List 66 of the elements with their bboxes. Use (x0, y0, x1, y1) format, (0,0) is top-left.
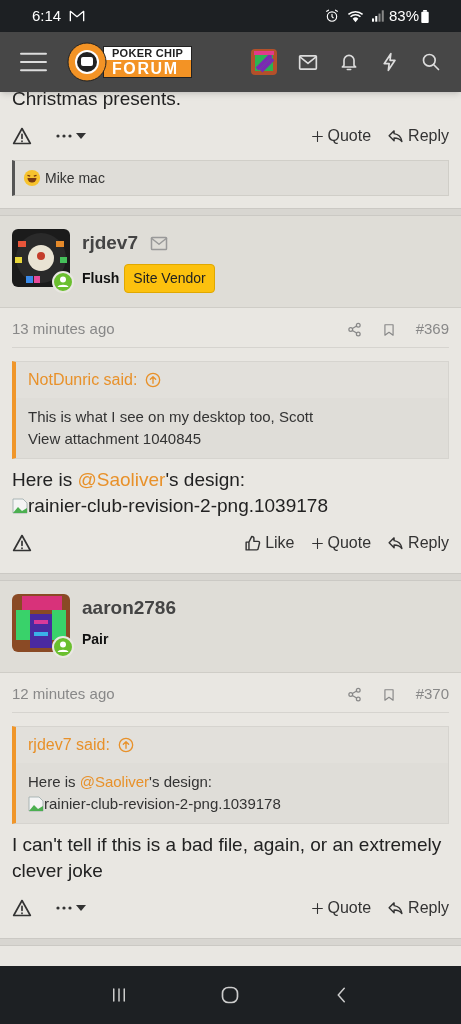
caret-icon (76, 133, 86, 139)
quote-button[interactable]: Quote (310, 531, 372, 555)
quote-button[interactable]: Quote (310, 124, 372, 148)
username[interactable]: aaron2786 (82, 594, 176, 623)
user-rank: Flush (82, 268, 120, 288)
report-button[interactable] (12, 898, 32, 918)
menu-button[interactable] (20, 51, 47, 73)
more-options-button[interactable] (56, 905, 86, 911)
broken-image-icon (12, 498, 28, 514)
site-vendor-badge: Site Vendor (124, 263, 215, 293)
share-icon (346, 687, 362, 702)
ellipsis-icon (56, 906, 72, 910)
post-text: Christmas presents. (12, 92, 182, 111)
menu-icon (20, 51, 47, 73)
reaction-users: Mike mac (45, 168, 105, 188)
warning-icon (12, 533, 32, 553)
quote-button[interactable]: Quote (310, 896, 372, 920)
bookmark-icon (381, 321, 396, 338)
alarm-icon (324, 9, 339, 23)
post-text: Here is @Saoliver's design: (28, 772, 213, 792)
battery-icon (421, 9, 429, 23)
plus-icon (310, 536, 324, 550)
post-text: This is what I see on my desktop too, Scott (28, 407, 315, 427)
report-button[interactable] (12, 533, 32, 553)
bell-icon (339, 52, 359, 72)
bookmark-icon (381, 686, 396, 703)
search-icon (421, 52, 441, 72)
broken-image-icon (28, 796, 44, 812)
caret-icon (76, 905, 86, 911)
reply-icon (387, 534, 405, 552)
reply-icon (387, 127, 405, 145)
logo-bottom-text: FORUM (104, 60, 192, 77)
ellipsis-icon (56, 134, 72, 138)
warning-icon (12, 126, 32, 146)
more-options-button[interactable] (56, 133, 86, 139)
plus-icon (310, 129, 324, 143)
wifi-icon (346, 9, 364, 23)
post-text: Here is @Saoliver's design: (12, 468, 247, 492)
logo-top-text: POKER CHIP (104, 47, 192, 60)
reply-button[interactable]: Reply (387, 896, 449, 920)
envelope-icon (298, 53, 318, 71)
thumbs-up-icon (244, 534, 262, 552)
status-time: 6:14 (32, 5, 62, 26)
gmail-icon (69, 10, 86, 22)
image-alt-text: rainier-club-revision-2-png.1039178 (28, 494, 328, 518)
image-alt-text: rainier-club-revision-2-png.1039178 (44, 794, 281, 814)
user-rank: Pair (82, 629, 109, 649)
reply-button[interactable]: Reply (387, 531, 449, 555)
reply-button[interactable]: Reply (387, 124, 449, 148)
battery-percent: 83% (388, 5, 419, 26)
like-button[interactable]: Like (244, 531, 295, 555)
arrow-up-circle-icon (145, 372, 162, 388)
report-button[interactable] (12, 126, 32, 146)
share-icon (346, 322, 362, 337)
post-text: View attachment 1040845 (28, 429, 203, 449)
username[interactable]: rjdev7 (82, 229, 138, 258)
post-text: I can't tell if this is a bad file, again, or an extremely clever joke (12, 833, 443, 883)
laughing-emoji-icon (23, 169, 41, 187)
chip-logo-icon (67, 42, 107, 82)
home-icon (220, 985, 241, 1005)
signal-icon (371, 10, 385, 22)
reactions-bar[interactable]: Mike mac (12, 160, 449, 196)
arrow-up-circle-icon (117, 737, 134, 753)
reply-icon (387, 899, 405, 917)
warning-icon (12, 898, 32, 918)
plus-icon (310, 901, 324, 915)
